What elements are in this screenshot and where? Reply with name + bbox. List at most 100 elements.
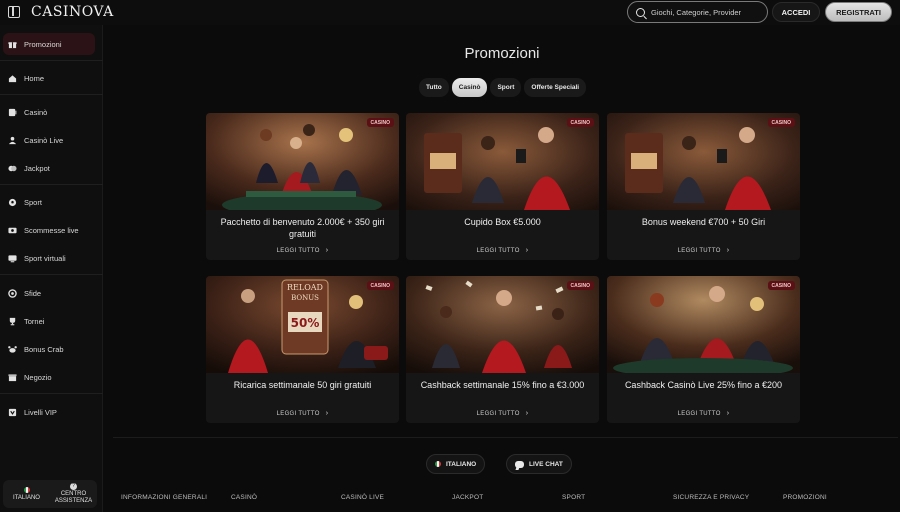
sidebar-item-casino-live[interactable]: Casinò Live: [0, 129, 103, 151]
language-pill[interactable]: ITALIANO: [426, 454, 486, 474]
gift-icon: [8, 40, 17, 49]
italy-flag-icon: [435, 461, 441, 467]
read-more-link[interactable]: LEGGI TUTTO ›: [206, 247, 399, 254]
footer-link-sport[interactable]: SPORT: [562, 494, 585, 501]
chevron-right-icon: ›: [325, 247, 329, 254]
read-more-link[interactable]: LEGGI TUTTO ›: [607, 410, 800, 417]
footer-link-info[interactable]: INFORMAZIONI GENERALI: [121, 494, 207, 501]
promo-title: Cupido Box €5.000: [464, 217, 541, 227]
live-chat-label: LIVE CHAT: [529, 460, 563, 468]
support-center-button[interactable]: ? CENTRO ASSISTENZA: [50, 480, 97, 508]
reload-text: RELOAD: [287, 283, 323, 292]
sidebar-item-scommesse-live[interactable]: Scommesse live: [0, 219, 103, 241]
read-more-label: LEGGI TUTTO: [677, 411, 721, 417]
ball-icon: [8, 198, 17, 207]
chevron-right-icon: ›: [726, 410, 730, 417]
sidebar-item-sport[interactable]: Sport: [0, 191, 103, 213]
sidebar-item-tornei[interactable]: Tornei: [0, 310, 103, 332]
promo-image-live-cashback: [607, 276, 800, 373]
sidebar-footer: ITALIANO ? CENTRO ASSISTENZA: [3, 480, 97, 508]
sidebar-item-label: Negozio: [24, 372, 52, 382]
footer-divider: [113, 437, 898, 438]
sidebar-item-negozio[interactable]: Negozio: [0, 366, 103, 388]
sidebar-divider: [0, 184, 103, 185]
footer-link-jackpot[interactable]: JACKPOT: [452, 494, 483, 501]
promo-card[interactable]: CASINO Bonus weekend €700 + 50 Giri LEGG…: [607, 113, 800, 260]
sidebar-item-label: Casinò: [24, 107, 48, 117]
read-more-link[interactable]: LEGGI TUTTO ›: [406, 410, 599, 417]
sidebar-item-label: Scommesse live: [24, 225, 79, 235]
read-more-label: LEGGI TUTTO: [677, 248, 721, 254]
tab-sport[interactable]: Sport: [490, 78, 522, 97]
sidebar-item-casino[interactable]: Casinò: [0, 101, 103, 123]
sidebar-item-label: Livelli VIP: [24, 407, 57, 417]
promo-card[interactable]: CASINO Cupido Box €5.000 LEGGI TUTTO ›: [406, 113, 599, 260]
sidebar-toggle-icon[interactable]: [8, 6, 20, 18]
sidebar-item-promozioni[interactable]: Promozioni: [3, 33, 95, 55]
bonus-text: BONUS: [291, 294, 319, 302]
chevron-right-icon: ›: [325, 410, 329, 417]
sidebar-item-sport-virtuali[interactable]: Sport virtuali: [0, 247, 103, 269]
page-title: Promozioni: [464, 45, 540, 62]
promo-card[interactable]: CASINO Pacchetto di benvenuto 2.000€ + 3…: [206, 113, 399, 260]
sidebar-item-home[interactable]: Home: [0, 67, 103, 89]
casino-badge: CASINO: [366, 281, 394, 290]
promo-card[interactable]: RELOAD BONUS 50% CASINO Ricarica settima…: [206, 276, 399, 423]
home-icon: [8, 74, 17, 83]
footer-link-casino-live[interactable]: CASINÒ LIVE: [341, 494, 384, 501]
promo-image-cupido: [406, 113, 599, 210]
live-chat-pill[interactable]: LIVE CHAT: [506, 454, 572, 474]
slot-icon: [8, 108, 17, 117]
footer-link-casino[interactable]: CASINÒ: [231, 494, 257, 501]
promo-title: Ricarica settimanale 50 giri gratuiti: [233, 380, 372, 390]
tab-offerte-speciali[interactable]: Offerte Speciali: [524, 78, 587, 97]
crab-icon: [8, 345, 17, 354]
language-label: ITALIANO: [13, 494, 40, 501]
search-input[interactable]: [651, 7, 761, 17]
footer-link-promozioni[interactable]: PROMOZIONI: [783, 494, 827, 501]
percent-text: 50%: [291, 316, 320, 330]
help-icon: ?: [70, 483, 77, 490]
sidebar-item-livelli-vip[interactable]: Livelli VIP: [0, 401, 103, 423]
sidebar-item-label: Home: [24, 73, 45, 83]
casino-badge: CASINO: [566, 281, 594, 290]
promo-image-reload: RELOAD BONUS 50%: [206, 276, 399, 373]
sidebar-item-label: Sport: [24, 197, 42, 207]
sidebar-item-sfide[interactable]: Sfide: [0, 282, 103, 304]
promo-title: Cashback Casinò Live 25% fino a €200: [624, 380, 783, 390]
promo-title: Cashback settimanale 15% fino a €3.000: [420, 380, 585, 390]
promo-tabs: Tutto Casinò Sport Offerte Speciali: [419, 78, 587, 97]
virtual-icon: [8, 254, 17, 263]
casino-badge: CASINO: [767, 118, 795, 127]
read-more-label: LEGGI TUTTO: [476, 248, 520, 254]
italy-flag-icon: [23, 486, 30, 493]
tab-tutto[interactable]: Tutto: [419, 78, 449, 97]
casino-badge: CASINO: [366, 118, 394, 127]
search-box[interactable]: [627, 1, 768, 23]
chat-icon: [515, 460, 524, 468]
read-more-link[interactable]: LEGGI TUTTO ›: [607, 247, 800, 254]
read-more-link[interactable]: LEGGI TUTTO ›: [406, 247, 599, 254]
chevron-right-icon: ›: [525, 247, 529, 254]
sidebar: Promozioni Home Casinò Casinò Live Jackp…: [0, 25, 103, 512]
logo[interactable]: CASINOVA: [31, 4, 114, 20]
casino-badge: CASINO: [767, 281, 795, 290]
language-switch[interactable]: ITALIANO: [3, 480, 50, 508]
sidebar-item-label: Sfide: [24, 288, 42, 298]
footer-link-security[interactable]: SICUREZZA E PRIVACY: [673, 494, 749, 501]
sidebar-divider: [0, 274, 103, 275]
vip-icon: [8, 408, 17, 417]
chevron-right-icon: ›: [726, 247, 730, 254]
login-button[interactable]: ACCEDI: [772, 2, 820, 22]
register-button[interactable]: REGISTRATI: [825, 2, 892, 22]
sidebar-item-jackpot[interactable]: Jackpot: [0, 157, 103, 179]
trophy-icon: [8, 317, 17, 326]
promo-card[interactable]: CASINO Cashback Casinò Live 25% fino a €…: [607, 276, 800, 423]
sidebar-divider: [0, 60, 103, 61]
promo-card[interactable]: CASINO Cashback settimanale 15% fino a €…: [406, 276, 599, 423]
sidebar-item-label: Jackpot: [24, 163, 50, 173]
tab-casino[interactable]: Casinò: [451, 78, 488, 97]
sidebar-item-bonus-crab[interactable]: Bonus Crab: [0, 338, 103, 360]
read-more-link[interactable]: LEGGI TUTTO ›: [206, 410, 399, 417]
sidebar-item-label: Promozioni: [24, 39, 62, 49]
